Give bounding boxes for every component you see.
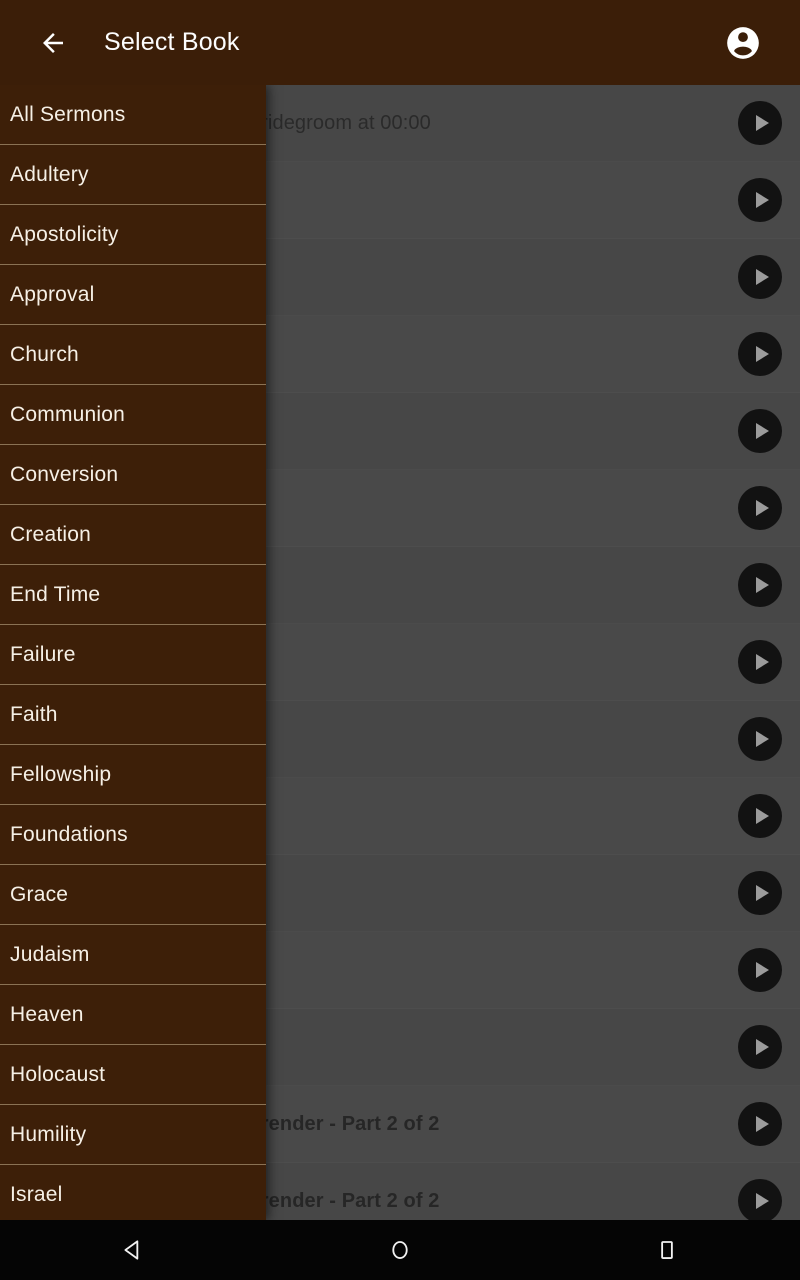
play-triangle-icon xyxy=(756,1039,769,1055)
drawer-item-label: Church xyxy=(10,342,79,366)
play-circle-icon[interactable] xyxy=(738,101,782,145)
drawer-item-label: Apostolicity xyxy=(10,222,119,246)
drawer-item-label: End Time xyxy=(10,582,101,606)
play-triangle-icon xyxy=(756,346,769,362)
drawer-item-humility[interactable]: Humility xyxy=(0,1105,266,1165)
play-circle-icon[interactable] xyxy=(738,178,782,222)
play-circle-icon[interactable] xyxy=(738,332,782,376)
play-triangle-icon xyxy=(756,1193,769,1209)
play-circle-icon[interactable] xyxy=(738,255,782,299)
play-triangle-icon xyxy=(756,654,769,670)
drawer-item-label: Heaven xyxy=(10,1002,84,1026)
drawer-item-label: Approval xyxy=(10,282,95,306)
app-screen: A Bride Adorned For The Bridegroom at 00… xyxy=(0,0,800,1280)
android-back-icon[interactable] xyxy=(103,1220,163,1280)
drawer-item-label: Holocaust xyxy=(10,1062,106,1086)
play-triangle-icon xyxy=(756,500,769,516)
play-circle-icon[interactable] xyxy=(738,563,782,607)
drawer-item-conversion[interactable]: Conversion xyxy=(0,445,266,505)
drawer-item-faith[interactable]: Faith xyxy=(0,685,266,745)
play-triangle-icon xyxy=(756,808,769,824)
drawer-item-creation[interactable]: Creation xyxy=(0,505,266,565)
play-circle-icon[interactable] xyxy=(738,1102,782,1146)
app-bar: Select Book xyxy=(0,0,800,85)
android-recents-icon[interactable] xyxy=(637,1220,697,1280)
play-circle-icon[interactable] xyxy=(738,948,782,992)
drawer-item-adultery[interactable]: Adultery xyxy=(0,145,266,205)
drawer-item-communion[interactable]: Communion xyxy=(0,385,266,445)
system-navigation-bar xyxy=(0,1220,800,1280)
play-circle-icon[interactable] xyxy=(738,1025,782,1069)
play-triangle-icon xyxy=(756,731,769,747)
play-triangle-icon xyxy=(756,962,769,978)
drawer-item-apostolicity[interactable]: Apostolicity xyxy=(0,205,266,265)
drawer-item-church[interactable]: Church xyxy=(0,325,266,385)
drawer-item-label: Failure xyxy=(10,642,76,666)
drawer-item-label: Foundations xyxy=(10,822,128,846)
drawer-item-holocaust[interactable]: Holocaust xyxy=(0,1045,266,1105)
drawer-item-label: Judaism xyxy=(10,942,90,966)
play-circle-icon[interactable] xyxy=(738,794,782,838)
navigation-drawer[interactable]: All Sermons Adultery Apostolicity Approval C… xyxy=(0,85,266,1220)
drawer-item-judaism[interactable]: Judaism xyxy=(0,925,266,985)
play-triangle-icon xyxy=(756,269,769,285)
play-triangle-icon xyxy=(756,192,769,208)
play-circle-icon[interactable] xyxy=(738,871,782,915)
play-triangle-icon xyxy=(756,885,769,901)
drawer-item-foundations[interactable]: Foundations xyxy=(0,805,266,865)
drawer-item-label: All Sermons xyxy=(10,102,126,126)
play-circle-icon[interactable] xyxy=(738,1179,782,1220)
drawer-item-end-time[interactable]: End Time xyxy=(0,565,266,625)
drawer-item-approval[interactable]: Approval xyxy=(0,265,266,325)
drawer-item-heaven[interactable]: Heaven xyxy=(0,985,266,1045)
drawer-item-label: Communion xyxy=(10,402,126,426)
account-circle-icon[interactable] xyxy=(720,20,766,66)
drawer-item-fellowship[interactable]: Fellowship xyxy=(0,745,266,805)
play-triangle-icon xyxy=(756,423,769,439)
page-title: Select Book xyxy=(104,28,240,56)
play-triangle-icon xyxy=(756,1116,769,1132)
android-home-icon[interactable] xyxy=(370,1220,430,1280)
drawer-item-label: Grace xyxy=(10,882,69,906)
drawer-item-label: Israel xyxy=(10,1182,63,1206)
back-arrow-icon[interactable] xyxy=(30,20,76,66)
play-circle-icon[interactable] xyxy=(738,486,782,530)
play-circle-icon[interactable] xyxy=(738,717,782,761)
drawer-item-israel[interactable]: Israel xyxy=(0,1165,266,1220)
play-triangle-icon xyxy=(756,115,769,131)
play-circle-icon[interactable] xyxy=(738,409,782,453)
drawer-item-label: Creation xyxy=(10,522,91,546)
play-circle-icon[interactable] xyxy=(738,640,782,684)
drawer-item-failure[interactable]: Failure xyxy=(0,625,266,685)
drawer-item-grace[interactable]: Grace xyxy=(0,865,266,925)
drawer-item-label: Faith xyxy=(10,702,58,726)
drawer-item-label: Fellowship xyxy=(10,762,112,786)
drawer-item-all-sermons[interactable]: All Sermons xyxy=(0,85,266,145)
drawer-item-label: Conversion xyxy=(10,462,119,486)
play-triangle-icon xyxy=(756,577,769,593)
drawer-item-label: Adultery xyxy=(10,162,89,186)
drawer-item-label: Humility xyxy=(10,1122,87,1146)
